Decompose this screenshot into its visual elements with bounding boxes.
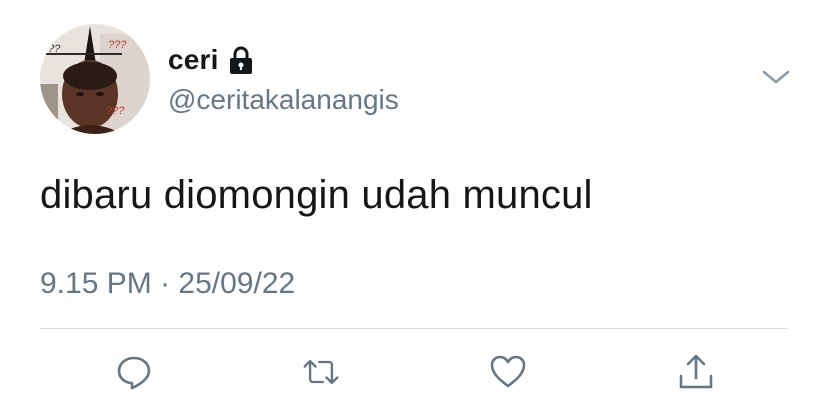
author-handle[interactable]: @ceritakalanangis — [168, 84, 399, 116]
like-button[interactable] — [488, 352, 528, 392]
retweet-button[interactable] — [301, 352, 341, 392]
share-icon — [679, 354, 713, 389]
tweet-timestamp[interactable]: 9.15 PM · 25/09/22 — [40, 266, 295, 302]
author-display-name[interactable]: ceri — [168, 44, 219, 76]
avatar-doodle-top-left: ??? — [42, 43, 61, 55]
tweet-text: dibaru diomongin udah muncul — [40, 173, 593, 217]
reply-icon — [117, 356, 151, 390]
timestamp-separator: · — [160, 267, 171, 300]
author-name-row: ceri — [168, 40, 255, 80]
avatar-doodle-top-right: ??? — [108, 39, 127, 51]
like-icon — [490, 355, 526, 388]
tweet-time: 9.15 PM — [40, 267, 152, 300]
retweet-icon — [303, 359, 339, 385]
avatar[interactable]: ??? ??? ??? — [40, 24, 150, 134]
chevron-down-icon[interactable] — [760, 66, 792, 88]
lock-icon — [229, 46, 252, 74]
tweet-date: 25/09/22 — [178, 267, 296, 300]
avatar-doodle-bottom-right: ??? — [106, 105, 125, 117]
share-button[interactable] — [676, 352, 716, 392]
avatar-image: ??? ??? ??? — [40, 24, 150, 134]
divider — [40, 328, 788, 329]
reply-button[interactable] — [114, 352, 154, 392]
tweet-card: ??? ??? ??? ceri @ceritakalanangis dibar… — [0, 0, 828, 417]
